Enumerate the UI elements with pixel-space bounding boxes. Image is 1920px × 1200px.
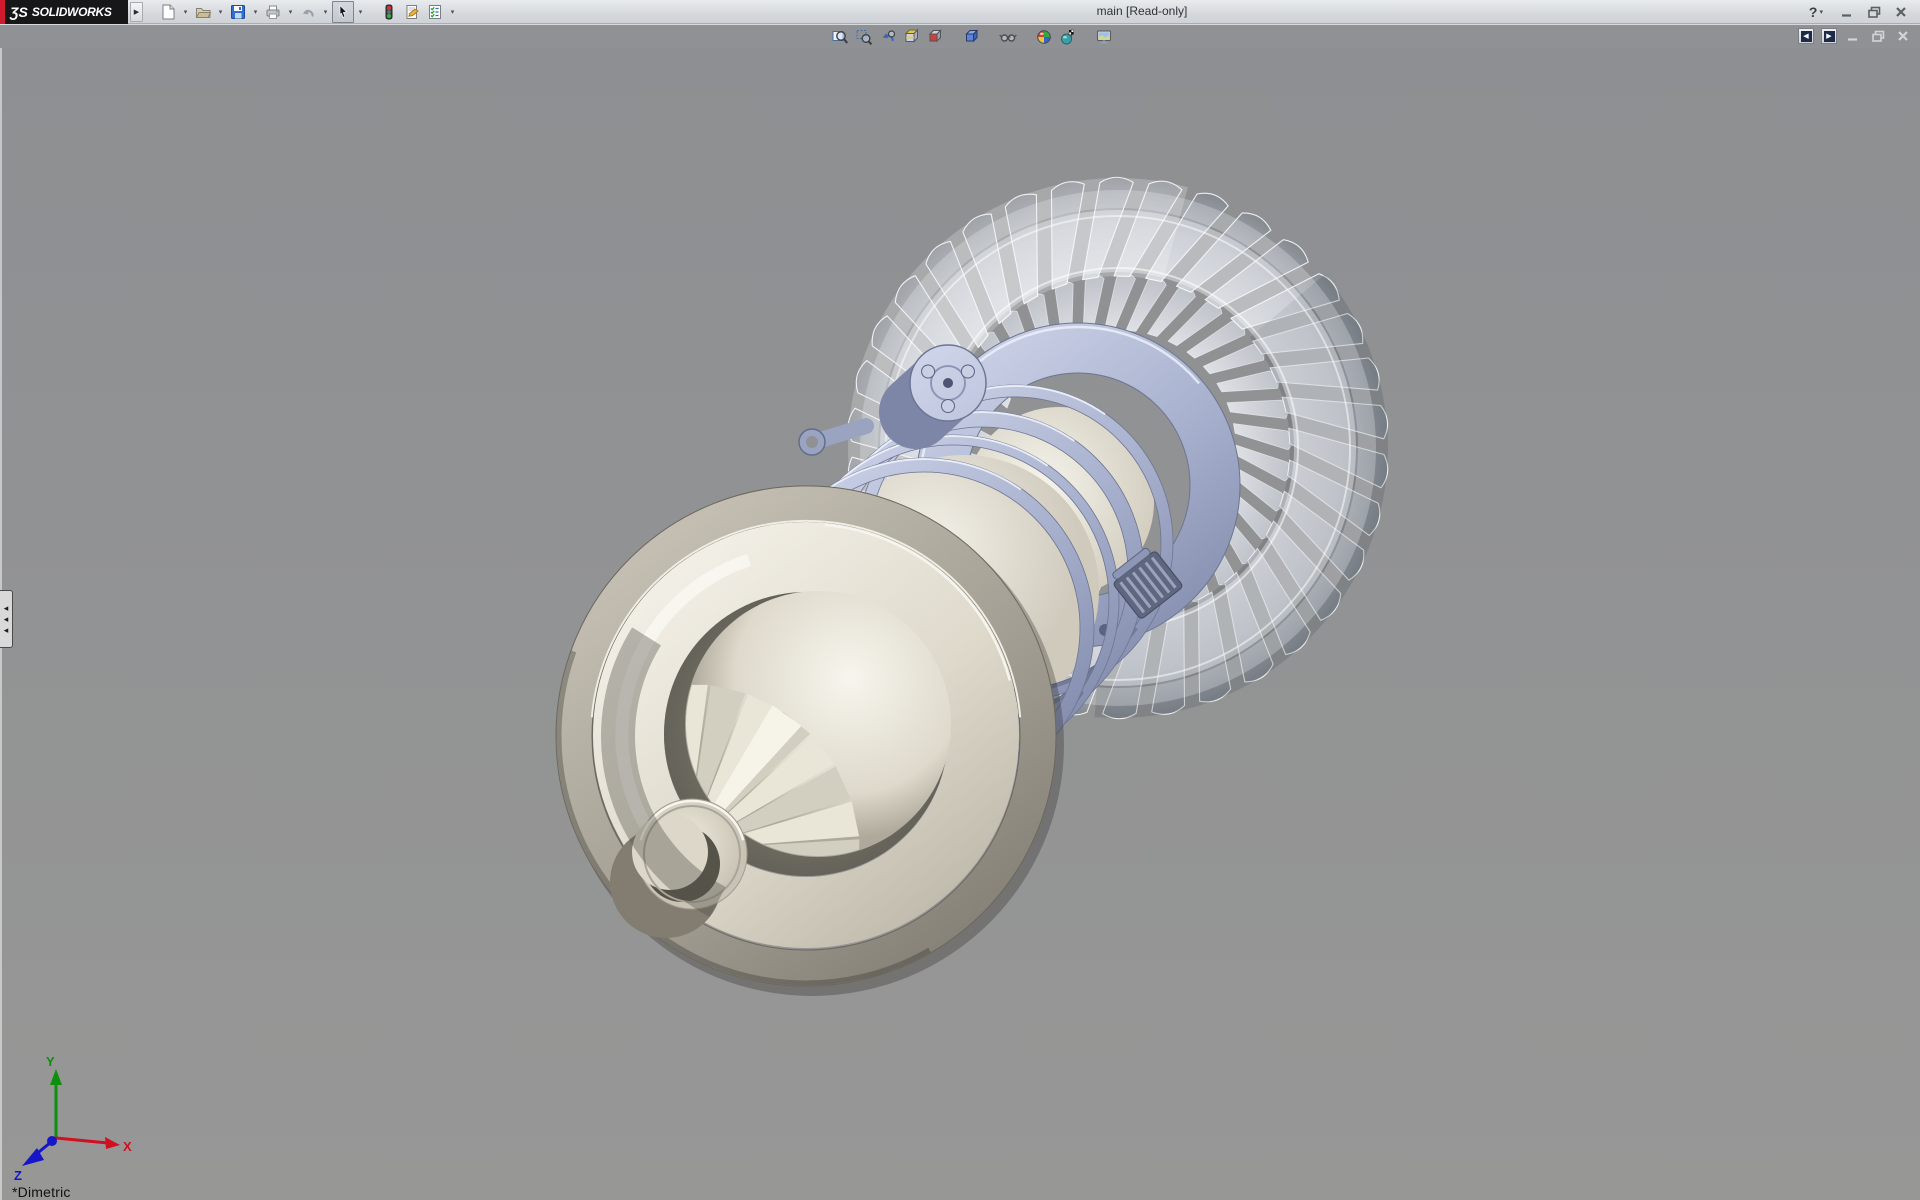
- hide-show-items-button[interactable]: [996, 26, 1020, 48]
- solidworks-logo: ƷS SOLIDWORKS: [0, 0, 128, 24]
- feature-panel-splitter[interactable]: ◂ ◂ ◂: [0, 590, 13, 648]
- undo-caret[interactable]: ▾: [320, 1, 331, 23]
- logo-red-stripe: [0, 0, 5, 24]
- open-button[interactable]: [192, 1, 214, 23]
- triad-x-label: X: [123, 1139, 132, 1154]
- undo-button[interactable]: [297, 1, 319, 23]
- options-button[interactable]: [424, 1, 446, 23]
- document-title: main [Read-only]: [1052, 4, 1232, 18]
- pane-toggle-left-button[interactable]: ◀: [1798, 28, 1814, 44]
- rebuild-traffic-light-icon: [381, 4, 397, 20]
- menu-flyout-icon: ▶: [134, 8, 139, 16]
- select-caret[interactable]: ▾: [355, 1, 366, 23]
- display-style-button[interactable]: [960, 26, 984, 48]
- doc-minimize-button[interactable]: [1844, 27, 1862, 45]
- view-settings-icon: [1095, 28, 1113, 46]
- print-caret[interactable]: ▾: [285, 1, 296, 23]
- app-restore-button[interactable]: [1865, 3, 1883, 21]
- splitter-arrow-icon: ◂: [4, 615, 9, 624]
- title-bar: ƷS SOLIDWORKS ▶ ▾ ▾: [0, 0, 1920, 24]
- new-document-caret[interactable]: ▾: [180, 1, 191, 23]
- triad-z-label: Z: [14, 1168, 22, 1183]
- brand-3ds-glyph: ƷS: [10, 4, 28, 20]
- apply-scene-button[interactable]: [1056, 26, 1080, 48]
- viewport-top-strip: ◀ ▶: [0, 24, 1920, 48]
- view-orientation-icon: [927, 28, 945, 46]
- edit-appearance-button[interactable]: [1032, 26, 1056, 48]
- menu-flyout-button[interactable]: ▶: [130, 2, 143, 22]
- save-floppy-icon: [230, 4, 246, 20]
- zoom-to-area-icon: [855, 28, 873, 46]
- doc-restore-button[interactable]: [1869, 27, 1887, 45]
- graphics-area[interactable]: ◂ ◂ ◂ Y X Z *Dimetric: [0, 48, 1920, 1200]
- display-style-icon: [963, 28, 981, 46]
- jet-engine-model[interactable]: [0, 48, 1920, 1200]
- view-orientation-button[interactable]: [924, 26, 948, 48]
- doc-minimize-icon: [1847, 30, 1859, 42]
- appearance-ball-icon: [1035, 28, 1053, 46]
- options-checklist-icon: [427, 4, 443, 20]
- document-window-controls: ◀ ▶: [1798, 27, 1912, 45]
- doc-close-icon: [1897, 30, 1909, 42]
- reference-triad: Y X Z: [6, 1052, 136, 1184]
- previous-view-button[interactable]: [876, 26, 900, 48]
- restore-icon: [1868, 6, 1881, 18]
- triad-y-label: Y: [46, 1054, 55, 1069]
- new-document-icon: [160, 4, 176, 20]
- splitter-arrow-icon: ◂: [4, 604, 9, 613]
- select-button[interactable]: [332, 1, 354, 23]
- pane-right-icon: ▶: [1824, 31, 1835, 42]
- headsup-view-toolbar: [828, 26, 1116, 48]
- zoom-to-fit-icon: [831, 28, 849, 46]
- file-properties-icon: [404, 4, 420, 20]
- help-caret: ▾: [1819, 1, 1823, 23]
- print-button[interactable]: [262, 1, 284, 23]
- new-document-button[interactable]: [157, 1, 179, 23]
- help-button[interactable]: ? ▾: [1809, 1, 1823, 23]
- rebuild-button[interactable]: [378, 1, 400, 23]
- brand-wordmark: SOLIDWORKS: [32, 5, 112, 19]
- file-properties-button[interactable]: [401, 1, 423, 23]
- minimize-icon: [1841, 6, 1853, 18]
- print-icon: [265, 4, 281, 20]
- options-caret[interactable]: ▾: [447, 1, 458, 23]
- solidworks-window: ƷS SOLIDWORKS ▶ ▾ ▾: [0, 0, 1920, 1200]
- select-cursor-icon: [335, 4, 351, 20]
- open-folder-icon: [195, 4, 211, 20]
- view-settings-button[interactable]: [1092, 26, 1116, 48]
- doc-close-button[interactable]: [1894, 27, 1912, 45]
- view-orientation-label: *Dimetric: [12, 1184, 71, 1200]
- help-icon: ?: [1809, 4, 1818, 20]
- save-button[interactable]: [227, 1, 249, 23]
- section-view-button[interactable]: [900, 26, 924, 48]
- previous-view-icon: [879, 28, 897, 46]
- splitter-arrow-icon: ◂: [4, 626, 9, 635]
- pane-left-icon: ◀: [1801, 31, 1812, 42]
- close-icon: [1895, 6, 1907, 18]
- apply-scene-icon: [1059, 28, 1077, 46]
- eyeglasses-icon: [999, 28, 1017, 46]
- zoom-to-area-button[interactable]: [852, 26, 876, 48]
- save-caret[interactable]: ▾: [250, 1, 261, 23]
- app-minimize-button[interactable]: [1838, 3, 1856, 21]
- undo-icon: [300, 4, 316, 20]
- doc-restore-icon: [1872, 30, 1885, 42]
- zoom-to-fit-button[interactable]: [828, 26, 852, 48]
- open-caret[interactable]: ▾: [215, 1, 226, 23]
- pane-toggle-right-button[interactable]: ▶: [1821, 28, 1837, 44]
- section-view-icon: [903, 28, 921, 46]
- app-close-button[interactable]: [1892, 3, 1910, 21]
